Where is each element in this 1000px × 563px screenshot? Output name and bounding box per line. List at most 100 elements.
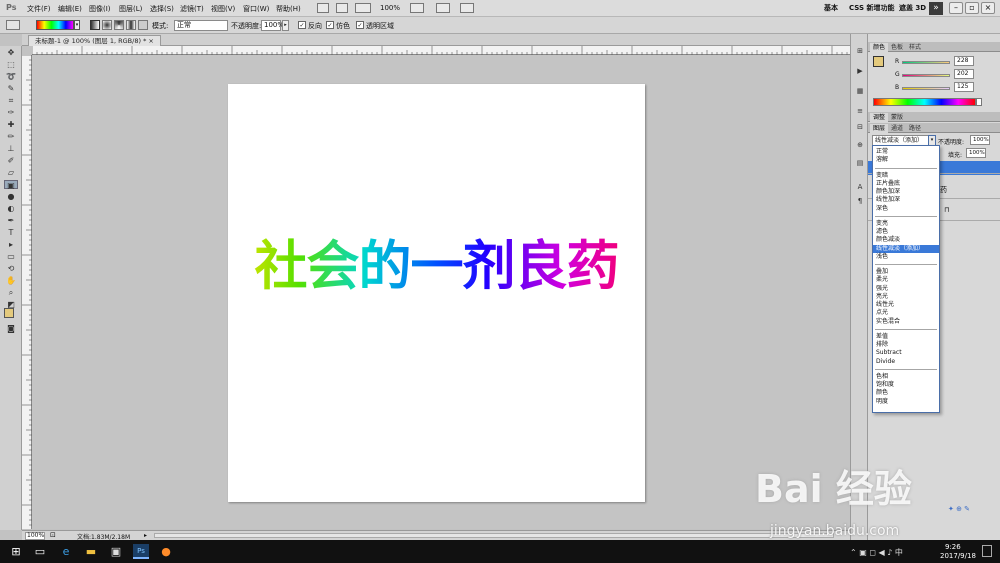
foreground-color-swatch[interactable] xyxy=(4,308,14,318)
healing-tool-icon[interactable]: ✚ xyxy=(4,120,18,129)
reflected-gradient-icon[interactable] xyxy=(126,20,136,30)
blend-mode-option[interactable]: 差值 xyxy=(876,333,888,341)
close-tab-icon[interactable]: × xyxy=(148,37,153,45)
notification-icon[interactable] xyxy=(982,545,992,557)
brush-presets-panel-icon[interactable]: ≡ xyxy=(854,106,866,116)
b-slider[interactable] xyxy=(902,87,950,90)
app-taskbar-icon[interactable]: ● xyxy=(158,544,174,559)
blend-mode-option[interactable]: 颜色加深 xyxy=(876,188,900,196)
eraser-tool-icon[interactable]: ▱ xyxy=(4,168,18,177)
blend-mode-option[interactable]: 正片叠底 xyxy=(876,180,900,188)
blend-mode-option[interactable]: 正常 xyxy=(876,148,888,156)
workspace-3d[interactable]: 遮盖 3D xyxy=(899,3,926,13)
pen-tool-icon[interactable]: ✒ xyxy=(4,216,18,225)
blend-mode-option[interactable]: Divide xyxy=(876,358,895,366)
close-button[interactable]: × xyxy=(981,2,995,14)
arrange-docs-icon[interactable] xyxy=(436,3,450,13)
opacity-input[interactable]: 100% xyxy=(261,20,284,31)
crop-tool-icon[interactable]: ⌗ xyxy=(4,96,18,105)
quick-select-tool-icon[interactable]: ✎ xyxy=(4,84,18,93)
tab-paths[interactable]: 路径 xyxy=(906,124,924,133)
minibridge-icon[interactable] xyxy=(336,3,348,13)
layers-footer-icons[interactable]: ✦ ⊕ ✎ xyxy=(948,505,970,513)
tab-adjustments[interactable]: 调整 xyxy=(870,113,889,122)
layer-opacity-value[interactable]: 100% xyxy=(970,135,990,145)
edge-icon[interactable]: e xyxy=(58,544,74,559)
eyedropper-tool-icon[interactable]: ✑ xyxy=(4,108,18,117)
diamond-gradient-icon[interactable] xyxy=(138,20,148,30)
file-explorer-icon[interactable]: ▬ xyxy=(83,544,99,559)
photoshop-taskbar-icon[interactable]: Ps xyxy=(133,544,149,559)
reverse-checkbox[interactable]: ✓ xyxy=(298,21,306,29)
white-swatch[interactable] xyxy=(976,98,982,106)
menu-image[interactable]: 图像(I) xyxy=(89,4,111,14)
transparency-checkbox[interactable]: ✓ xyxy=(356,21,364,29)
menu-select[interactable]: 选择(S) xyxy=(150,4,174,14)
hand-icon[interactable] xyxy=(410,3,424,13)
r-value[interactable]: 228 xyxy=(954,56,974,66)
clone-stamp-tool-icon[interactable]: ⊥ xyxy=(4,144,18,153)
r-slider[interactable] xyxy=(902,61,950,64)
store-icon[interactable]: ▣ xyxy=(108,544,124,559)
clock-time[interactable]: 9:26 xyxy=(945,543,961,551)
history-brush-tool-icon[interactable]: ✐ xyxy=(4,156,18,165)
clone-source-panel-icon[interactable]: ⊕ xyxy=(854,140,866,150)
tool-presets-panel-icon[interactable]: ⊟ xyxy=(854,122,866,132)
paragraph-panel-icon[interactable]: ¶ xyxy=(854,196,866,206)
lasso-tool-icon[interactable]: ➰ xyxy=(4,72,18,81)
blend-mode-option[interactable]: 柔光 xyxy=(876,276,888,284)
status-zoom[interactable]: 100% xyxy=(25,532,45,540)
color-spectrum-ramp[interactable] xyxy=(873,98,976,106)
opacity-arrow-icon[interactable]: ▸ xyxy=(282,20,289,31)
tab-swatches[interactable]: 色板 xyxy=(888,43,906,52)
blend-mode-option[interactable]: 实色混合 xyxy=(876,318,900,326)
notes-panel-icon[interactable]: ▤ xyxy=(854,158,866,168)
tab-color[interactable]: 颜色 xyxy=(870,43,889,52)
system-tray-icons[interactable]: ⌃ ▣ ◻ ◀ ♪ 中 xyxy=(850,547,903,558)
menu-window[interactable]: 窗口(W) xyxy=(243,4,269,14)
shape-tool-icon[interactable]: ▭ xyxy=(4,252,18,261)
tab-masks[interactable]: 蒙版 xyxy=(888,113,906,122)
gradient-preview[interactable] xyxy=(36,20,74,30)
blur-tool-icon[interactable]: ● xyxy=(4,192,18,201)
zoom-level[interactable]: 100% xyxy=(380,4,400,12)
status-info-icon[interactable]: ⊡ xyxy=(50,531,56,539)
angle-gradient-icon[interactable] xyxy=(114,20,124,30)
dither-checkbox[interactable]: ✓ xyxy=(326,21,334,29)
document-canvas[interactable]: 社会的一剂良药 xyxy=(228,84,645,502)
mini-bridge-panel-icon[interactable]: ▦ xyxy=(854,86,866,96)
blend-mode-option[interactable]: 浅色 xyxy=(876,253,888,261)
text-layer-name[interactable]: 药 xyxy=(940,185,947,195)
zoom-tool-icon[interactable]: ⌕ xyxy=(4,288,18,297)
blend-mode-option[interactable]: 线性加深 xyxy=(876,196,900,204)
history-panel-icon[interactable]: ⊞ xyxy=(854,46,866,56)
blend-mode-option[interactable]: 变亮 xyxy=(876,220,888,228)
move-tool-icon[interactable]: ✥ xyxy=(4,48,18,57)
blend-mode-option[interactable]: 线性光 xyxy=(876,301,894,309)
workspace-css[interactable]: CSS 新增功能 xyxy=(849,3,894,13)
minimize-button[interactable]: – xyxy=(949,2,963,14)
g-value[interactable]: 202 xyxy=(954,69,974,79)
type-tool-icon[interactable]: T xyxy=(4,228,18,237)
tab-layers[interactable]: 图层 xyxy=(870,124,889,133)
blend-mode-option[interactable]: 线性减淡（添加） xyxy=(873,244,939,253)
blend-mode-option[interactable]: Subtract xyxy=(876,349,902,357)
blend-mode-option[interactable]: 饱和度 xyxy=(876,381,894,389)
fill-value[interactable]: 100% xyxy=(966,148,986,158)
radial-gradient-icon[interactable] xyxy=(102,20,112,30)
path-select-tool-icon[interactable]: ▸ xyxy=(4,240,18,249)
menu-view[interactable]: 视图(V) xyxy=(211,4,235,14)
view-extras-icon[interactable] xyxy=(355,3,371,13)
blend-mode-option[interactable]: 溶解 xyxy=(876,156,888,164)
linear-gradient-icon[interactable] xyxy=(90,20,100,30)
dodge-tool-icon[interactable]: ◐ xyxy=(4,204,18,213)
screen-mode-icon[interactable] xyxy=(460,3,474,13)
gradient-picker-arrow-icon[interactable]: ▾ xyxy=(74,20,80,30)
mode-select[interactable]: 正常 xyxy=(174,20,228,31)
status-arrow-icon[interactable]: ▸ xyxy=(144,532,147,539)
blend-mode-option[interactable]: 明度 xyxy=(876,398,888,406)
actions-panel-icon[interactable]: ▶ xyxy=(854,66,866,76)
clock-date[interactable]: 2017/9/18 xyxy=(940,552,976,560)
marquee-tool-icon[interactable]: ⬚ xyxy=(4,60,18,69)
menu-filter[interactable]: 滤镜(T) xyxy=(180,4,204,14)
